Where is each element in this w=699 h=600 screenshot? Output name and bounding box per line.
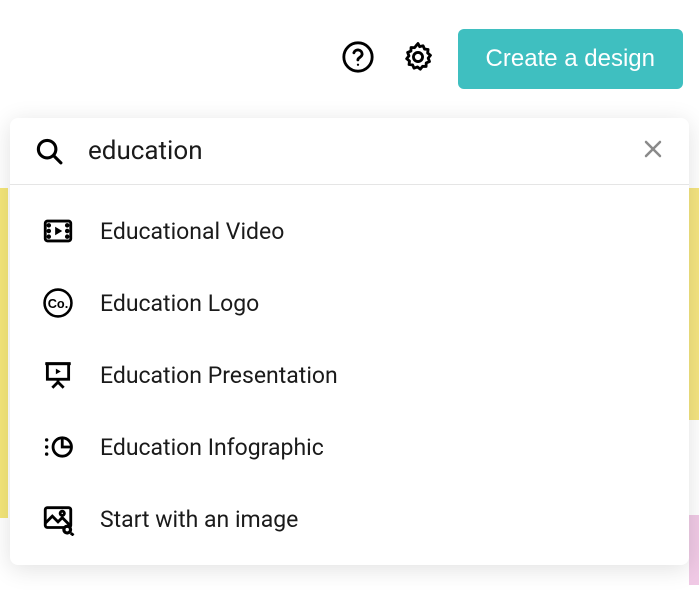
suggestion-education-presentation[interactable]: Education Presentation bbox=[10, 339, 689, 411]
search-row bbox=[10, 118, 689, 185]
background-accent-pink bbox=[689, 515, 699, 585]
clear-search-button[interactable] bbox=[641, 139, 665, 163]
suggestion-label: Start with an image bbox=[100, 506, 298, 533]
suggestion-label: Educational Video bbox=[100, 218, 284, 245]
gear-icon bbox=[401, 40, 435, 78]
search-icon bbox=[34, 136, 64, 166]
suggestion-label: Education Infographic bbox=[100, 434, 324, 461]
suggestion-start-with-image[interactable]: Start with an image bbox=[10, 483, 689, 555]
search-input[interactable] bbox=[88, 136, 641, 166]
help-button[interactable] bbox=[338, 39, 378, 79]
search-panel: Educational Video Co. Education Logo bbox=[10, 118, 689, 565]
logo-icon: Co. bbox=[40, 285, 76, 321]
svg-text:Co.: Co. bbox=[48, 296, 69, 311]
image-icon bbox=[40, 501, 76, 537]
create-design-button[interactable]: Create a design bbox=[458, 29, 683, 89]
infographic-icon bbox=[40, 429, 76, 465]
suggestion-label: Education Logo bbox=[100, 290, 259, 317]
video-icon bbox=[40, 213, 76, 249]
settings-button[interactable] bbox=[398, 39, 438, 79]
help-icon bbox=[341, 40, 375, 78]
suggestions-list: Educational Video Co. Education Logo bbox=[10, 185, 689, 565]
background-accent-left bbox=[0, 188, 8, 518]
background-accent-right bbox=[689, 188, 699, 420]
topbar: Create a design bbox=[0, 0, 699, 118]
close-icon bbox=[641, 137, 665, 165]
suggestion-label: Education Presentation bbox=[100, 362, 338, 389]
presentation-icon bbox=[40, 357, 76, 393]
suggestion-education-infographic[interactable]: Education Infographic bbox=[10, 411, 689, 483]
suggestion-education-logo[interactable]: Co. Education Logo bbox=[10, 267, 689, 339]
suggestion-educational-video[interactable]: Educational Video bbox=[10, 195, 689, 267]
